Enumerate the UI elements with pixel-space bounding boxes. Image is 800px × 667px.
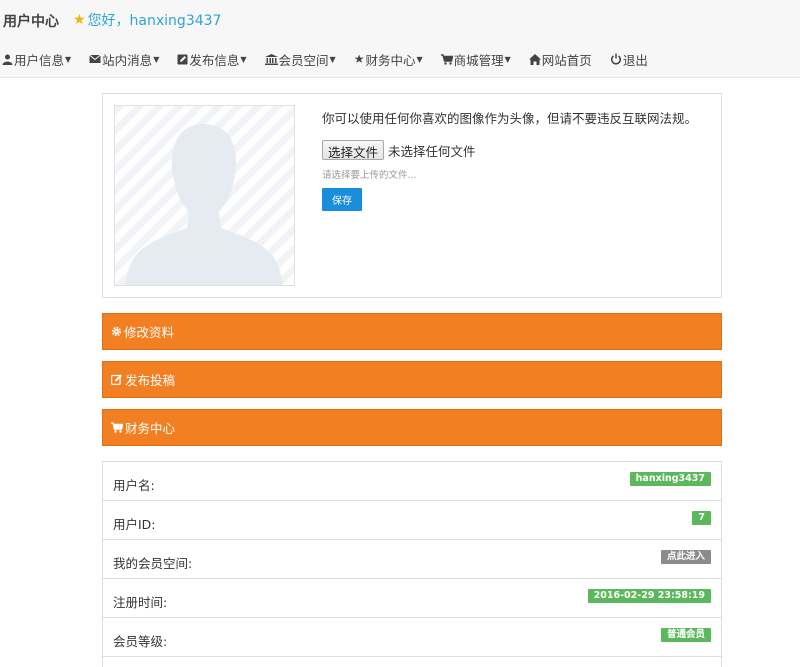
status-badge: 普通会员 xyxy=(660,628,711,642)
user-icon xyxy=(2,54,13,65)
section-label: 修改资料 xyxy=(124,325,175,340)
info-label: 用户ID: xyxy=(113,517,156,532)
main-nav: 用户信息 ▼ 站内消息 ▼ 发布信息 ▼ 会员空间 ▼ ★ 财务中心 ▼ 商城管… xyxy=(2,49,666,69)
info-label: 我的会员空间: xyxy=(113,556,193,571)
nav-label: 财务中心 xyxy=(365,52,416,68)
nav-logout[interactable]: 退出 xyxy=(610,50,648,69)
bank-icon xyxy=(264,53,278,65)
list-item: 注册时间: 2016-02-29 23:58:19 xyxy=(103,579,721,618)
envelope-icon xyxy=(89,54,101,64)
section-submit-post[interactable]: 发布投稿 xyxy=(102,361,722,398)
nav-messages[interactable]: 站内消息 ▼ xyxy=(89,50,159,69)
gear-icon xyxy=(111,326,122,337)
status-badge: 7 xyxy=(692,511,711,525)
nav-user-info[interactable]: 用户信息 ▼ xyxy=(2,50,71,69)
nav-label: 发布信息 xyxy=(189,52,240,68)
nav-publish[interactable]: 发布信息 ▼ xyxy=(177,50,247,69)
section-finance[interactable]: 财务中心 xyxy=(102,409,722,446)
nav-finance[interactable]: ★ 财务中心 ▼ xyxy=(354,50,423,69)
star-icon: ★ xyxy=(73,12,86,28)
section-label: 发布投稿 xyxy=(125,373,176,388)
nav-label: 退出 xyxy=(622,52,648,68)
status-badge: hanxing3437 xyxy=(629,472,711,486)
nav-home[interactable]: 网站首页 xyxy=(528,50,592,69)
nav-member-space[interactable]: 会员空间 ▼ xyxy=(264,50,336,69)
list-item xyxy=(103,657,721,667)
avatar-description: 你可以使用任何你喜欢的图像作为头像，但请不要违反互联网法规。 xyxy=(322,111,698,126)
upload-hint: 请选择要上传的文件... xyxy=(322,170,417,181)
info-label: 会员等级: xyxy=(113,634,168,649)
cart-icon xyxy=(440,53,453,65)
home-icon xyxy=(528,53,541,65)
list-item: 用户名: hanxing3437 xyxy=(103,462,721,501)
enter-space-badge[interactable]: 点此进入 xyxy=(660,550,711,564)
info-label: 用户名: xyxy=(113,478,155,493)
caret-down-icon: ▼ xyxy=(504,54,511,64)
user-info-list: 用户名: hanxing3437 用户ID: 7 我的会员空间: 点此进入 注册… xyxy=(102,461,722,667)
nav-label: 会员空间 xyxy=(278,52,329,68)
user-greeting[interactable]: ★ 您好，hanxing3437 xyxy=(73,10,221,30)
nav-label: 网站首页 xyxy=(541,52,592,68)
power-icon xyxy=(610,53,622,65)
top-header: 用户中心 ★ 您好，hanxing3437 用户信息 ▼ 站内消息 ▼ 发布信息… xyxy=(0,0,800,78)
section-label: 财务中心 xyxy=(125,421,176,436)
avatar-silhouette-icon xyxy=(115,106,294,285)
avatar-placeholder xyxy=(114,105,295,286)
status-badge: 2016-02-29 23:58:19 xyxy=(587,589,711,603)
caret-down-icon: ▼ xyxy=(329,54,336,64)
choose-file-button[interactable]: 选择文件 xyxy=(322,140,385,160)
nav-label: 站内消息 xyxy=(102,52,153,68)
caret-down-icon: ▼ xyxy=(65,54,72,64)
info-label: 注册时间: xyxy=(113,595,168,610)
avatar-panel: 你可以使用任何你喜欢的图像作为头像，但请不要违反互联网法规。 选择文件 未选择任… xyxy=(102,93,722,298)
save-button[interactable]: 保存 xyxy=(322,188,362,211)
brand-title: 用户中心 xyxy=(3,14,59,30)
list-item: 用户ID: 7 xyxy=(103,501,721,540)
section-edit-profile[interactable]: 修改资料 xyxy=(102,313,722,350)
nav-shop[interactable]: 商城管理 ▼ xyxy=(440,50,511,69)
greeting-text: 您好，hanxing3437 xyxy=(87,13,222,29)
caret-down-icon: ▼ xyxy=(416,54,423,64)
edit-icon xyxy=(177,54,188,65)
list-item: 会员等级: 普通会员 xyxy=(103,618,721,657)
caret-down-icon: ▼ xyxy=(153,54,160,64)
list-item: 我的会员空间: 点此进入 xyxy=(103,540,721,579)
edit-icon xyxy=(111,374,123,385)
nav-label: 商城管理 xyxy=(453,52,504,68)
file-picker: 选择文件 未选择任何文件 xyxy=(322,140,476,160)
nav-label: 用户信息 xyxy=(14,52,65,68)
file-status: 未选择任何文件 xyxy=(388,143,476,159)
star-icon: ★ xyxy=(353,52,365,66)
caret-down-icon: ▼ xyxy=(240,54,247,64)
cart-icon xyxy=(111,422,123,433)
